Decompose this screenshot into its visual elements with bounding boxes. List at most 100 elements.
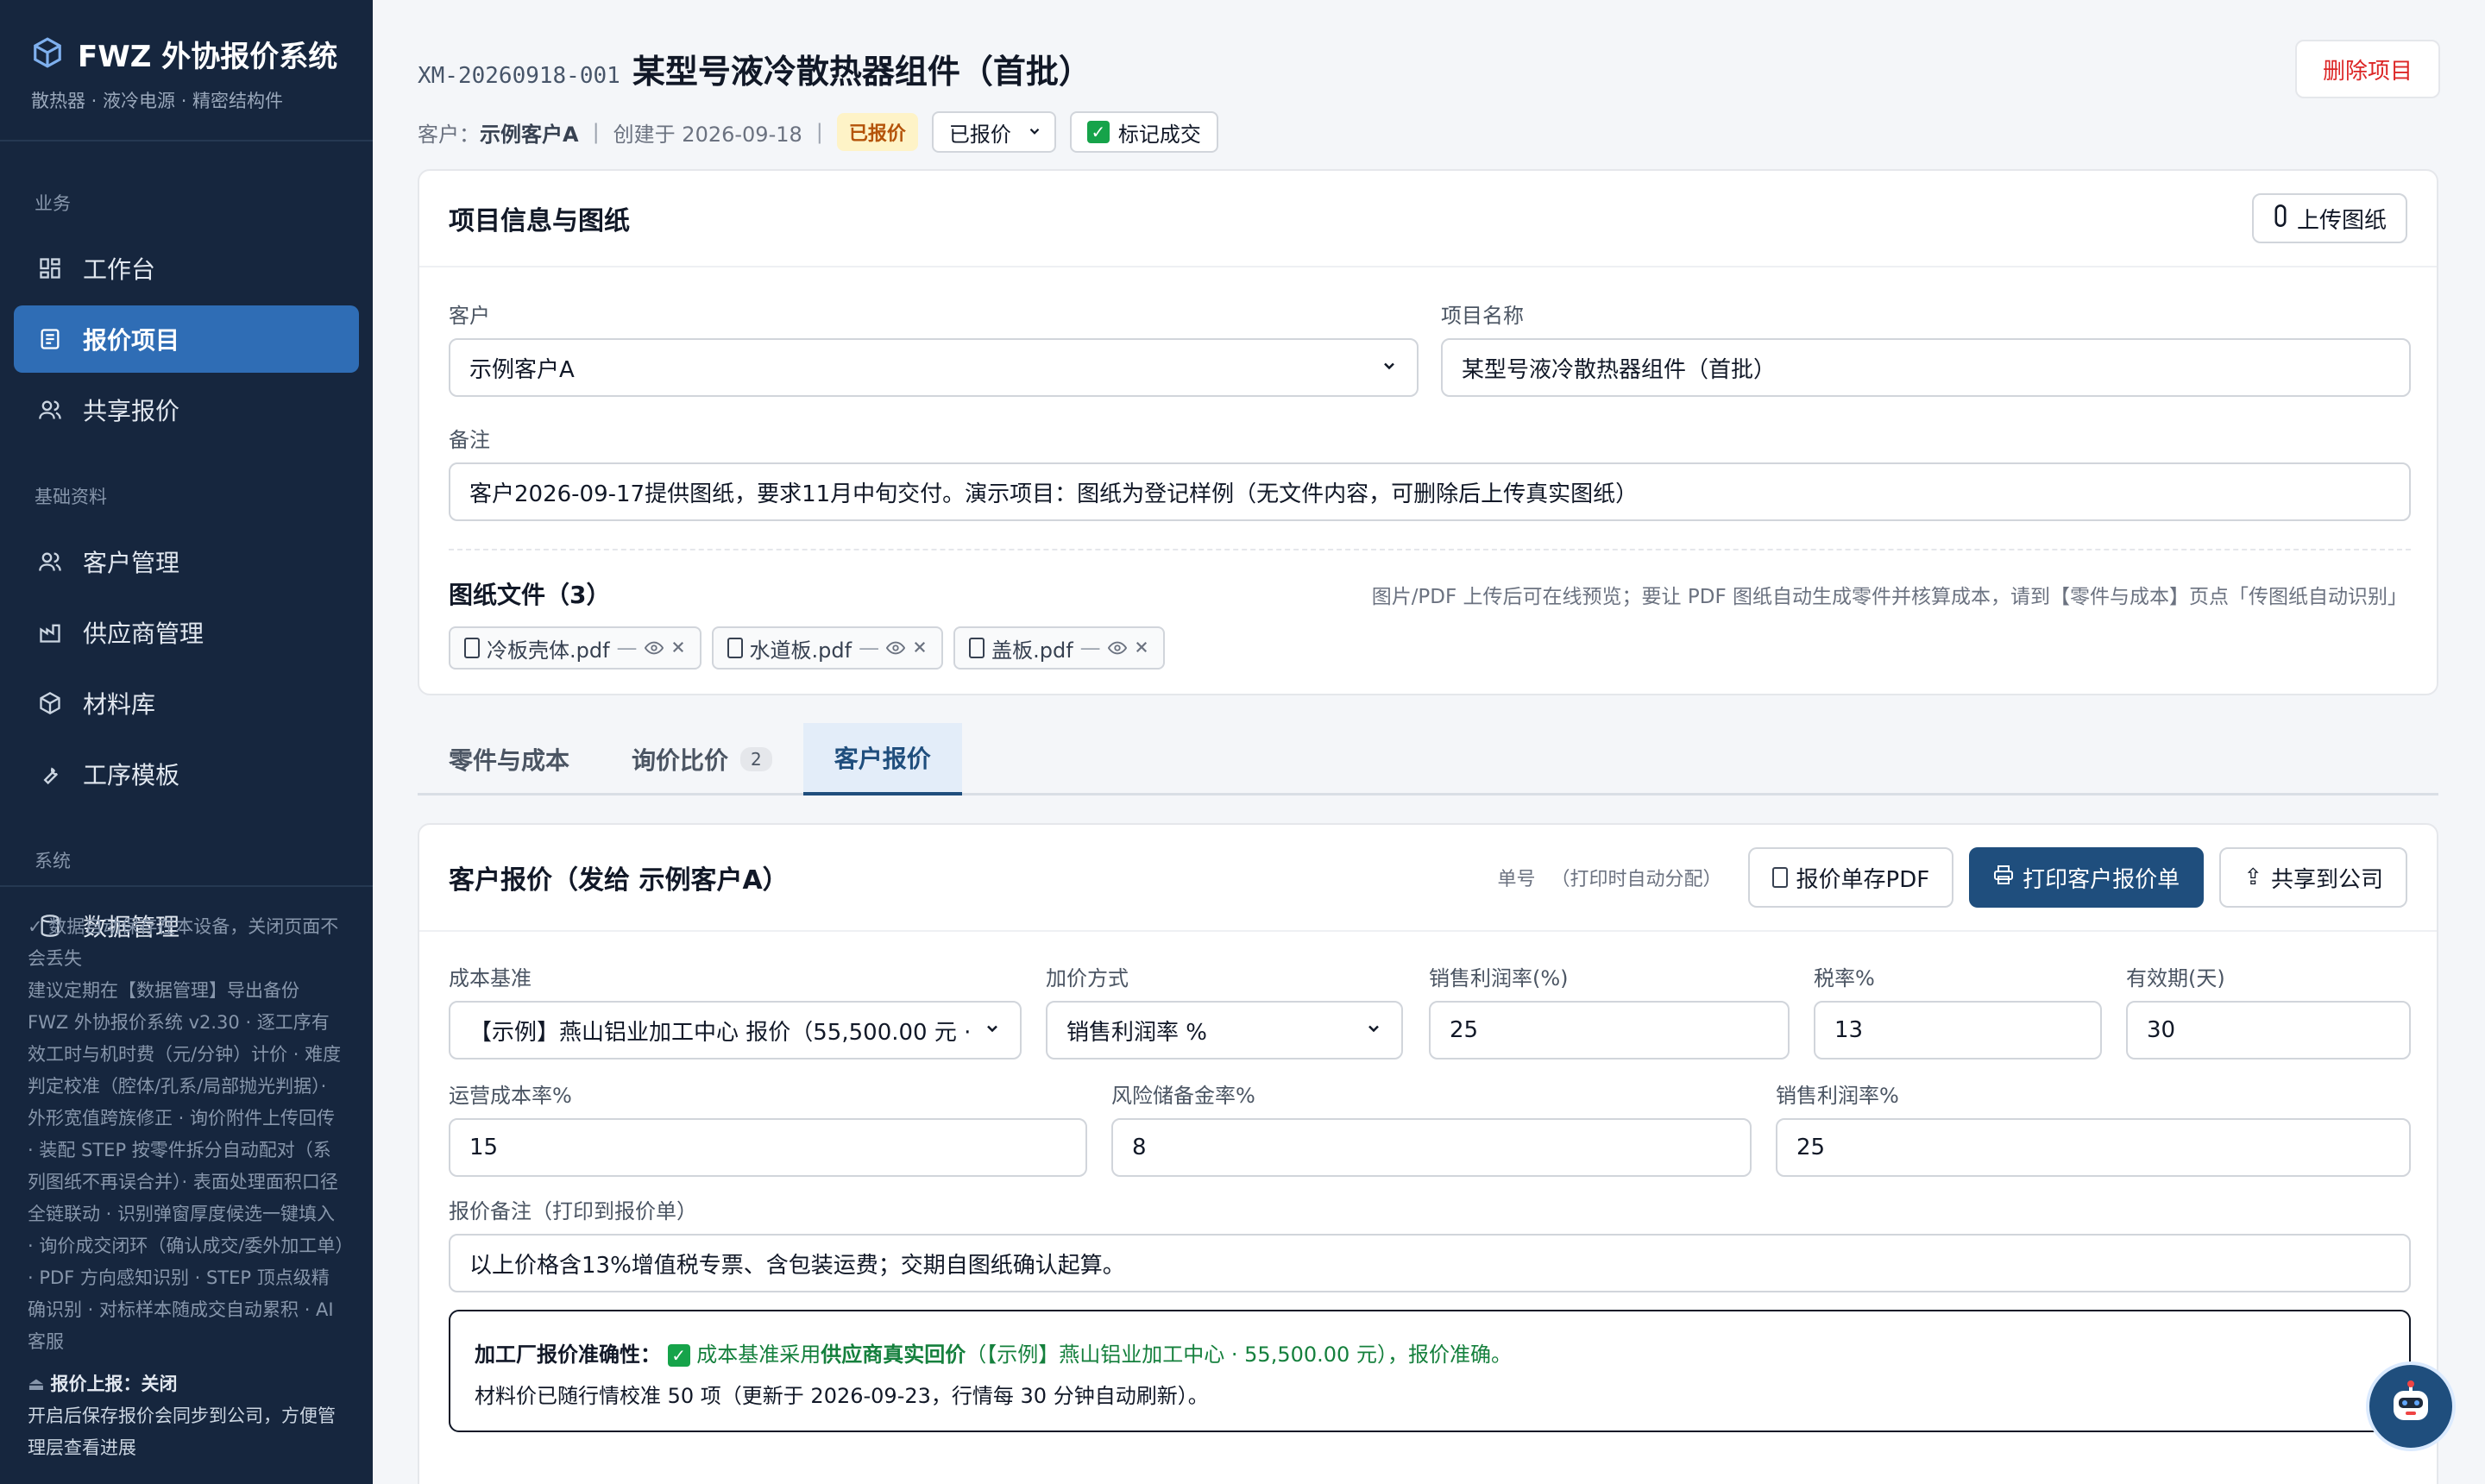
status-badge: 已报价: [836, 113, 918, 151]
file-chip[interactable]: 冷板壳体.pdf —: [449, 626, 701, 670]
quote-note-input[interactable]: 以上价格含13%增值税专票、含包装运费；交期自图纸确认起算。: [449, 1234, 2411, 1292]
brand-title: FWZ 外协报价系统: [78, 40, 338, 74]
project-meta: 客户：示例客户A | 创建于 2026-09-18 | 已报价 已报价 ✓ 标记…: [418, 111, 1218, 153]
sidebar-item-process-templates[interactable]: 工序模板: [14, 740, 359, 808]
nav-section-master-data: 基础资料: [35, 487, 107, 507]
sync-description: 开启后保存报价会同步到公司，方便管理层查看进展: [28, 1405, 336, 1458]
quote-note-label: 报价备注（打印到报价单）: [449, 1199, 697, 1223]
sidebar-item-customers[interactable]: 客户管理: [14, 528, 359, 595]
material-note: 材料价已随行情校准 50 项（更新于 2026-09-23，行情每 30 分钟自…: [475, 1384, 1209, 1408]
sidebar-item-label: 材料库: [83, 690, 156, 719]
tab-label: 零件与成本: [449, 746, 570, 775]
quote-note-value: 以上价格含13%增值税专票、含包装运费；交期自图纸确认起算。: [469, 1252, 1125, 1279]
tax-input[interactable]: 13: [1814, 1001, 2102, 1060]
sidebar-item-dashboard[interactable]: 工作台: [14, 235, 359, 302]
card-title: 客户报价（发给 示例客户A）: [449, 865, 789, 896]
sidebar-footer: ✓ 数据自动保存在本设备，关闭页面不会丢失 建议定期在【数据管理】导出备份 FW…: [0, 885, 373, 1484]
margin-input[interactable]: 25: [1429, 1001, 1790, 1060]
risk-input[interactable]: 8: [1111, 1118, 1752, 1177]
remark-value: 客户2026-09-17提供图纸，要求11月中旬交付。演示项目：图纸为登记样例（…: [469, 481, 1639, 507]
sidebar-item-label: 共享报价: [83, 397, 180, 425]
card-title: 项目信息与图纸: [449, 206, 630, 236]
sidebar-item-label: 客户管理: [83, 549, 180, 577]
printer-icon: [1993, 865, 2014, 890]
opex-input[interactable]: 15: [449, 1118, 1087, 1177]
file-icon: [1771, 867, 1788, 888]
sidebar-item-suppliers[interactable]: 供应商管理: [14, 599, 359, 666]
close-icon[interactable]: [1134, 636, 1149, 660]
brand-subtitle: 散热器 · 液冷电源 · 精密结构件: [31, 91, 284, 111]
remark-input[interactable]: 客户2026-09-17提供图纸，要求11月中旬交付。演示项目：图纸为登记样例（…: [449, 462, 2411, 521]
upload-drawing-label: 上传图纸: [2296, 207, 2387, 234]
validity-label: 有效期(天): [2126, 966, 2225, 990]
close-icon[interactable]: [912, 636, 928, 660]
created-date: 创建于 2026-09-18: [613, 122, 802, 147]
tab-count-badge: 2: [740, 747, 772, 771]
eye-icon[interactable]: [885, 636, 906, 660]
accuracy-label: 加工厂报价准确性：: [475, 1343, 661, 1367]
customer-select-value: 示例客户A: [469, 356, 575, 383]
markup-select[interactable]: 销售利润率 %: [1046, 1001, 1403, 1060]
checkmark-icon: ✓: [667, 1344, 690, 1367]
customer-select[interactable]: 示例客户A: [449, 338, 1419, 397]
margin-value: 25: [1450, 1017, 1479, 1043]
sync-title: 报价上报：关闭: [50, 1374, 178, 1394]
file-name: 水道板.pdf: [749, 638, 852, 663]
dashboard-icon: [36, 255, 64, 282]
paperclip-icon: [2273, 204, 2288, 233]
file-icon: [969, 638, 985, 658]
chevron-down-icon: [1365, 1017, 1382, 1043]
users-icon: [36, 396, 64, 424]
remark-label: 备注: [449, 428, 490, 452]
tab-parts-cost[interactable]: 零件与成本: [418, 723, 601, 795]
file-name: 冷板壳体.pdf: [487, 638, 610, 663]
risk-label: 风险储备金率%: [1111, 1084, 1255, 1108]
chevron-down-icon: [1027, 120, 1042, 144]
mark-deal-checkbox[interactable]: ✓ 标记成交: [1069, 111, 1218, 153]
sidebar-item-label: 供应商管理: [83, 619, 204, 648]
tab-bar: 零件与成本 询价比价 2 客户报价: [418, 723, 2438, 795]
cube-logo-icon: [31, 36, 64, 72]
project-name-input[interactable]: 某型号液冷散热器组件（首批）: [1441, 338, 2411, 397]
close-icon[interactable]: [670, 636, 686, 660]
files-hint: 图片/PDF 上传后可在线预览；要让 PDF 图纸自动生成零件并核算成本，请到【…: [1371, 586, 2407, 608]
customer-name: 示例客户A: [480, 122, 579, 147]
markup-value: 销售利润率 %: [1066, 1019, 1207, 1046]
tab-customer-quote[interactable]: 客户报价: [802, 723, 962, 795]
factory-icon: [36, 619, 64, 646]
cost-base-select[interactable]: 【示例】燕山铝业加工中心 报价（55,500.00 元 ·: [449, 1001, 1022, 1060]
margin-label: 销售利润率(%): [1429, 966, 1569, 990]
customer-quote-card: 客户报价（发给 示例客户A） 单号 （打印时自动分配） 报价单存PDF 打印客户…: [418, 823, 2438, 1484]
ai-assistant-button[interactable]: [2366, 1361, 2456, 1451]
sidebar-item-shared-quotes[interactable]: 共享报价: [14, 376, 359, 443]
status-select[interactable]: 已报价: [931, 111, 1056, 153]
share-company-button[interactable]: ⇪ 共享到公司: [2219, 847, 2407, 908]
file-chip[interactable]: 水道板.pdf —: [711, 626, 944, 670]
tab-inquiry-compare[interactable]: 询价比价 2: [601, 723, 803, 795]
delete-project-button[interactable]: 删除项目: [2294, 40, 2440, 98]
cost-base-label: 成本基准: [449, 966, 532, 990]
users-icon: [36, 548, 64, 575]
status-select-value: 已报价: [948, 122, 1011, 147]
file-size: —: [859, 636, 880, 660]
checkmark-icon: ✓: [1086, 121, 1110, 143]
page-title: 某型号液冷散热器组件（首批）: [632, 53, 1092, 91]
brand: FWZ 外协报价系统 散热器 · 液冷电源 · 精密结构件: [0, 0, 373, 141]
eye-icon[interactable]: [644, 636, 664, 660]
upload-drawing-button[interactable]: 上传图纸: [2251, 193, 2407, 243]
validity-input[interactable]: 30: [2126, 1001, 2411, 1060]
tax-label: 税率%: [1814, 966, 1875, 990]
project-header: XM-20260918-001 某型号液冷散热器组件（首批） 客户：示例客户A …: [418, 45, 1218, 153]
sidebar-item-materials[interactable]: 材料库: [14, 670, 359, 737]
save-pdf-button[interactable]: 报价单存PDF: [1747, 847, 1954, 908]
sidebar-item-label: 工序模板: [83, 761, 180, 789]
sync-status[interactable]: ⏏ 报价上报：关闭: [28, 1368, 345, 1400]
margin2-input[interactable]: 25: [1776, 1118, 2411, 1177]
eye-icon[interactable]: [1107, 636, 1127, 660]
file-chip[interactable]: 盖板.pdf —: [953, 626, 1165, 670]
sidebar-item-quote-projects[interactable]: 报价项目: [14, 305, 359, 373]
nav-section-business: 业务: [35, 193, 71, 214]
opex-label: 运营成本率%: [449, 1084, 572, 1108]
print-quote-button[interactable]: 打印客户报价单: [1969, 847, 2205, 908]
tab-label: 客户报价: [834, 745, 931, 773]
